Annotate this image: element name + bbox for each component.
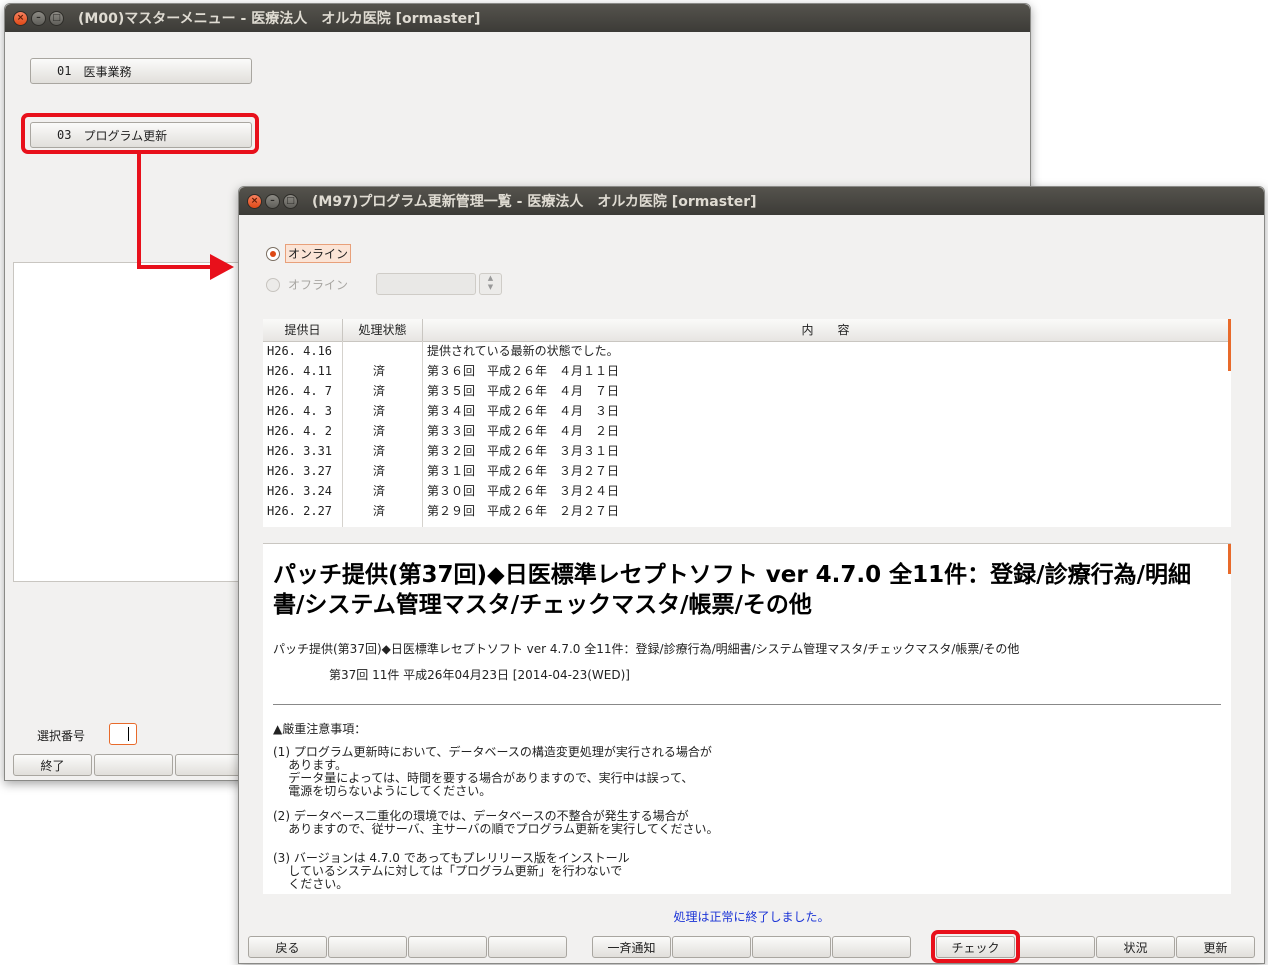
cell-date: H26. 4. 2: [267, 424, 333, 438]
cell-status: 済: [373, 504, 386, 518]
maximize-icon[interactable]: □: [283, 193, 298, 209]
table-row[interactable]: H26. 2.27 済 第２９回 平成２６年 ２月２７日: [263, 501, 1231, 521]
title-bar: × – □ (M97)プログラム更新管理一覧 - 医療法人 オルカ医院 [orm…: [239, 187, 1264, 215]
notice-item: (3) バージョンは 4.7.0 であってもプレリリース版をインストール してい…: [273, 851, 630, 891]
selection-label: 選択番号: [37, 729, 86, 743]
radio-online[interactable]: オンライン: [266, 244, 352, 263]
column-header-status[interactable]: 処理状態: [343, 319, 423, 341]
minimize-icon[interactable]: –: [31, 10, 46, 26]
exit-button[interactable]: 終了: [13, 754, 92, 776]
cell-date: H26. 2.27: [267, 504, 333, 518]
cell-date: H26. 4. 3: [267, 404, 333, 418]
highlight-program-update: [21, 113, 259, 154]
radio-unselected-icon: [266, 277, 280, 292]
cell-status: 済: [373, 424, 386, 438]
cell-content: 第３４回 平成２６年 ４月 ３日: [427, 404, 620, 418]
cell-date: H26. 3.27: [267, 464, 333, 478]
cell-date: H26. 3.24: [267, 484, 333, 498]
table-header: 提供日 処理状態 内 容: [263, 319, 1231, 342]
broadcast-notice-button[interactable]: 一斉通知: [592, 936, 671, 958]
cell-status: 済: [373, 464, 386, 478]
release-subheading: パッチ提供(第37回)◆日医標準レセプトソフト ver 4.7.0 全11件：登…: [273, 642, 1020, 656]
cell-content: 提供されている最新の状態でした。: [427, 344, 619, 358]
function-button-blank[interactable]: [94, 754, 173, 776]
notice-title: ▲厳重注意事項：: [273, 722, 367, 736]
radio-selected-icon: [266, 246, 280, 261]
status-button[interactable]: 状況: [1096, 936, 1175, 958]
table-row[interactable]: H26. 4. 7 済 第３５回 平成２６年 ４月 ７日: [263, 381, 1231, 401]
column-header-content[interactable]: 内 容: [423, 319, 1228, 341]
maximize-icon[interactable]: □: [49, 10, 64, 26]
back-button[interactable]: 戻る: [248, 936, 327, 958]
cell-date: H26. 4. 7: [267, 384, 333, 398]
table-row[interactable]: H26. 3.27 済 第３１回 平成２６年 ３月２７日: [263, 461, 1231, 481]
table-row[interactable]: H26. 3.24 済 第３０回 平成２６年 ３月２４日: [263, 481, 1231, 501]
offline-spinner[interactable]: ▲ ▼: [479, 273, 502, 295]
column-header-date[interactable]: 提供日: [263, 319, 343, 341]
release-notes-viewer[interactable]: パッチ提供(第37回)◆日医標準レセプトソフト ver 4.7.0 全11件：登…: [263, 543, 1231, 894]
radio-online-label: オンライン: [285, 244, 352, 263]
update-history-table[interactable]: 提供日 処理状態 内 容 H26. 4.16 提供されている最新の状態でした。 …: [263, 319, 1231, 527]
cell-status: 済: [373, 384, 386, 398]
radio-offline[interactable]: オフライン: [266, 276, 348, 293]
table-row[interactable]: H26. 4.11 済 第３６回 平成２６年 ４月１１日: [263, 361, 1231, 381]
window-title: (M00)マスターメニュー - 医療法人 オルカ医院 [ormaster]: [78, 11, 481, 27]
function-button-blank[interactable]: [672, 936, 751, 958]
highlight-check-button: [931, 930, 1020, 963]
close-icon[interactable]: ×: [13, 10, 28, 26]
release-date-line: 第37回 11件 平成26年04月23日 [2014-04-23(WED)]: [329, 668, 630, 682]
cell-content: 第２９回 平成２６年 ２月２７日: [427, 504, 620, 518]
cell-status: 済: [373, 484, 386, 498]
offline-select[interactable]: [376, 273, 476, 295]
table-row[interactable]: H26. 4. 3 済 第３４回 平成２６年 ４月 ３日: [263, 401, 1231, 421]
cell-date: H26. 4.16: [267, 344, 333, 358]
window-title: (M97)プログラム更新管理一覧 - 医療法人 オルカ医院 [ormaster]: [312, 194, 757, 210]
cell-date: H26. 3.31: [267, 444, 333, 458]
function-button-blank[interactable]: [752, 936, 831, 958]
cell-content: 第３５回 平成２６年 ４月 ７日: [427, 384, 620, 398]
cell-content: 第３６回 平成２６年 ４月１１日: [427, 364, 620, 378]
table-row[interactable]: H26. 3.31 済 第３２回 平成２６年 ３月３１日: [263, 441, 1231, 461]
release-heading: パッチ提供(第37回)◆日医標準レセプトソフト ver 4.7.0 全11件：登…: [273, 562, 1191, 618]
info-panel: [13, 262, 255, 582]
divider: [273, 704, 1221, 705]
function-button-blank[interactable]: [1016, 936, 1095, 958]
menu-number: 01: [57, 64, 72, 78]
program-update-window: × – □ (M97)プログラム更新管理一覧 - 医療法人 オルカ医院 [orm…: [238, 186, 1265, 964]
selection-input[interactable]: [109, 723, 137, 745]
table-row[interactable]: H26. 4.16 提供されている最新の状態でした。: [263, 341, 1231, 361]
notice-item: (2) データベース二重化の環境では、データベースの不整合が発生する場合が あり…: [273, 809, 719, 836]
table-row[interactable]: H26. 4. 2 済 第３３回 平成２６年 ４月 ２日: [263, 421, 1231, 441]
cell-content: 第３１回 平成２６年 ３月２７日: [427, 464, 620, 478]
function-button-blank[interactable]: [832, 936, 911, 958]
radio-offline-label: オフライン: [288, 278, 349, 292]
menu-button-medical-affairs[interactable]: 01 医事業務: [30, 58, 252, 84]
status-message: 処理は正常に終了しました。: [673, 910, 830, 924]
arrow-icon: [137, 154, 234, 280]
cell-status: 済: [373, 404, 386, 418]
cell-date: H26. 4.11: [267, 364, 333, 378]
function-button-blank[interactable]: [328, 936, 407, 958]
cell-status: 済: [373, 444, 386, 458]
title-bar: × – □ (M00)マスターメニュー - 医療法人 オルカ医院 [ormast…: [5, 4, 1030, 32]
update-button[interactable]: 更新: [1176, 936, 1255, 958]
function-button-blank[interactable]: [408, 936, 487, 958]
cell-content: 第３０回 平成２６年 ３月２４日: [427, 484, 620, 498]
function-button-blank[interactable]: [488, 936, 567, 958]
close-icon[interactable]: ×: [247, 193, 262, 209]
notice-item: (1) プログラム更新時において、データベースの構造変更処理が実行される場合が …: [273, 745, 712, 798]
minimize-icon[interactable]: –: [265, 193, 280, 209]
menu-label: 医事業務: [83, 64, 132, 79]
scroll-indicator[interactable]: [1228, 544, 1231, 574]
cell-content: 第３３回 平成２６年 ４月 ２日: [427, 424, 620, 438]
cell-content: 第３２回 平成２６年 ３月３１日: [427, 444, 620, 458]
cell-status: 済: [373, 364, 386, 378]
